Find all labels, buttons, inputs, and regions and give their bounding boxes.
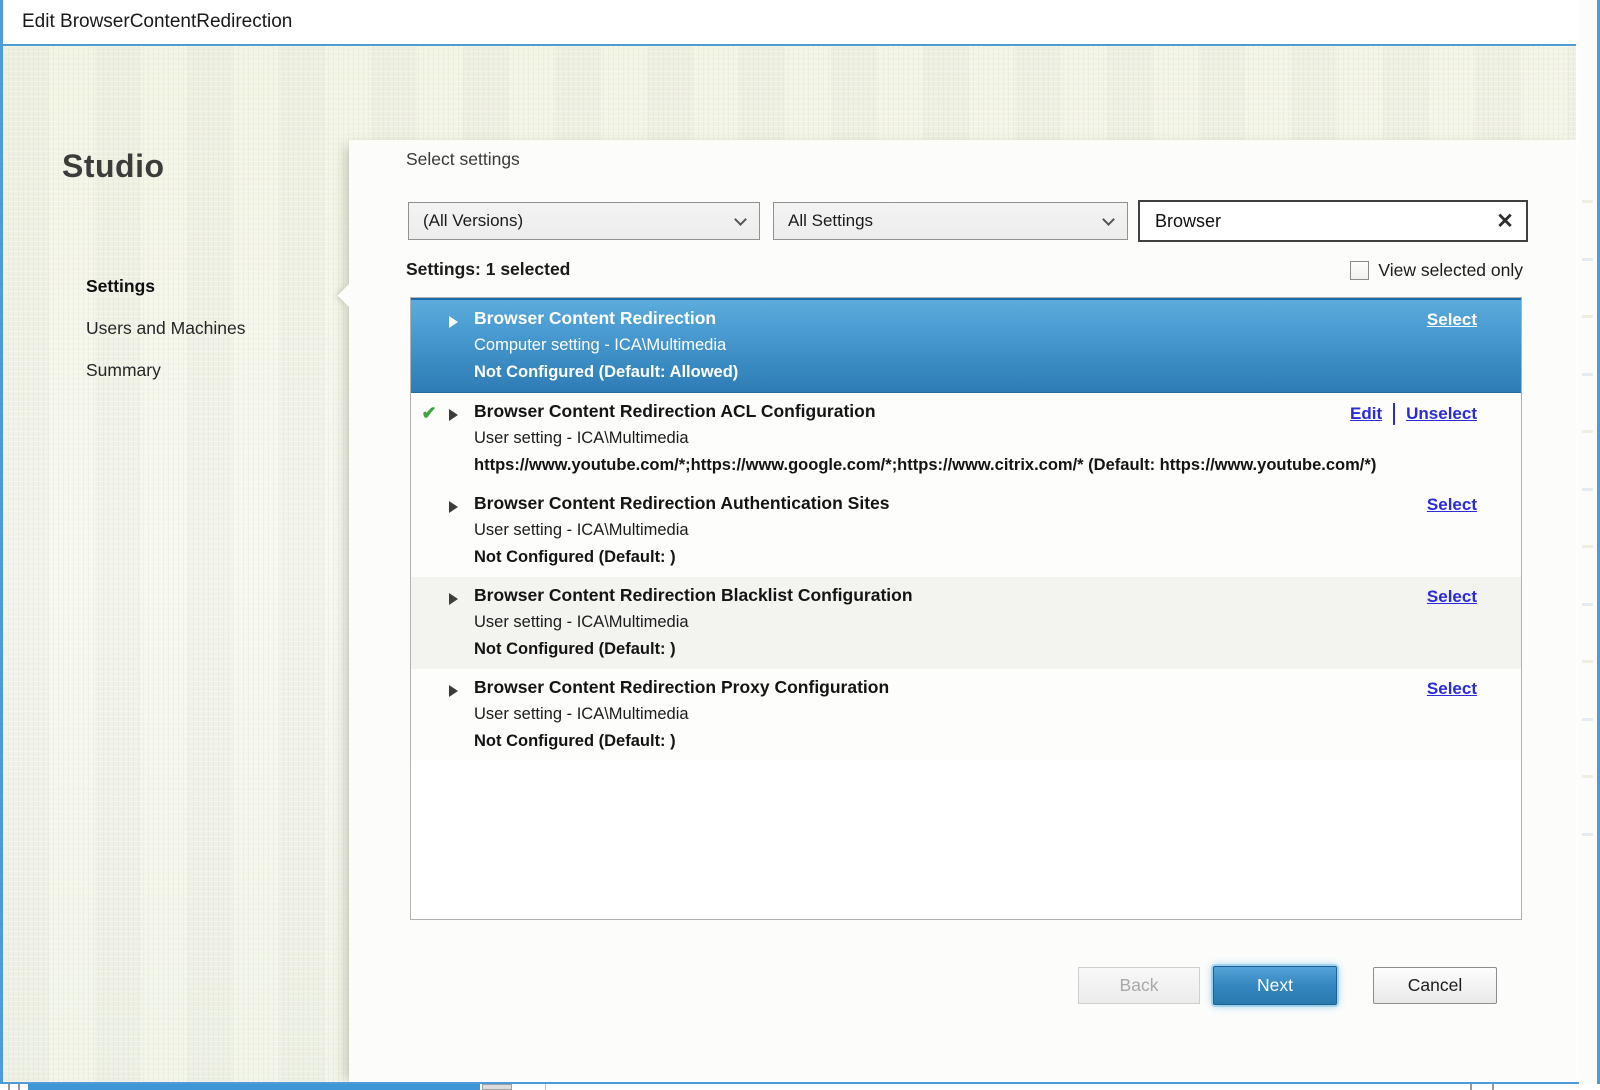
setting-title: Browser Content Redirection Proxy Config…: [474, 677, 890, 697]
setting-row-acl-configuration[interactable]: ✔ Browser Content Redirection ACL Config…: [411, 393, 1521, 485]
check-column: [411, 490, 447, 492]
setting-title: Browser Content Redirection Authenticati…: [474, 493, 890, 513]
dialog-body: Studio Settings Users and Machines Summa…: [3, 46, 1576, 1082]
expander-icon[interactable]: [447, 305, 474, 333]
scrollbar-tick: [8, 1084, 10, 1090]
select-link[interactable]: Select: [1427, 587, 1477, 607]
view-selected-only-group: View selected only: [1350, 260, 1523, 281]
unselect-link[interactable]: Unselect: [1406, 404, 1477, 424]
category-dropdown-value: All Settings: [788, 211, 874, 230]
setting-scope: User setting - ICA\Multimedia: [474, 613, 689, 631]
setting-value: Not Configured (Default: ): [474, 640, 676, 658]
setting-title: Browser Content Redirection Blacklist Co…: [474, 585, 913, 605]
scrollbar-tick: [1470, 1084, 1472, 1090]
check-column: [411, 305, 447, 307]
scrollbar-tick: [1492, 1084, 1494, 1090]
setting-title: Browser Content Redirection ACL Configur…: [474, 401, 876, 421]
expander-icon[interactable]: [447, 398, 474, 426]
scrollbar-tick: [18, 1084, 20, 1090]
settings-count-label: Settings: 1 selected: [406, 259, 571, 279]
selected-check-icon: ✔: [421, 403, 437, 423]
page-title: Select settings: [406, 149, 520, 169]
setting-value: https://www.youtube.com/*;https://www.go…: [474, 456, 1377, 474]
scrollbar-fill: [28, 1084, 480, 1090]
cancel-button[interactable]: Cancel: [1373, 967, 1497, 1004]
view-selected-only-label[interactable]: View selected only: [1378, 260, 1523, 281]
expander-icon[interactable]: [447, 490, 474, 518]
clear-search-icon[interactable]: ✕: [1484, 209, 1526, 234]
sidebar-item-users-and-machines[interactable]: Users and Machines: [86, 318, 246, 339]
back-button[interactable]: Back: [1078, 967, 1200, 1004]
expander-icon[interactable]: [447, 582, 474, 610]
version-dropdown-value: (All Versions): [423, 211, 524, 230]
setting-row-authentication-sites[interactable]: Browser Content Redirection Authenticati…: [411, 485, 1521, 577]
dialog-titlebar: Edit BrowserContentRedirection: [3, 0, 1576, 46]
view-selected-only-checkbox[interactable]: [1350, 261, 1370, 280]
window-border-left: [0, 0, 3, 1084]
category-dropdown[interactable]: All Settings: [773, 202, 1128, 240]
studio-heading: Studio: [62, 148, 165, 184]
sidebar-item-settings[interactable]: Settings: [86, 276, 246, 297]
sidebar-item-summary[interactable]: Summary: [86, 360, 246, 381]
setting-scope: User setting - ICA\Multimedia: [474, 429, 689, 447]
check-column: [411, 674, 447, 676]
setting-row-proxy-configuration[interactable]: Browser Content Redirection Proxy Config…: [411, 669, 1521, 761]
next-button[interactable]: Next: [1213, 966, 1337, 1005]
search-input[interactable]: [1140, 210, 1484, 232]
setting-scope: Computer setting - ICA\Multimedia: [474, 336, 727, 354]
select-link[interactable]: Select: [1427, 310, 1477, 330]
setting-scope: User setting - ICA\Multimedia: [474, 521, 689, 539]
setting-scope: User setting - ICA\Multimedia: [474, 705, 689, 723]
setting-value: Not Configured (Default: ): [474, 548, 676, 566]
wizard-nav: Settings Users and Machines Summary: [86, 276, 246, 402]
background-window-right-strip: [1579, 0, 1600, 1084]
version-dropdown[interactable]: (All Versions): [408, 202, 760, 240]
setting-row-browser-content-redirection[interactable]: Browser Content Redirection Computer set…: [411, 298, 1521, 393]
chevron-down-icon: [1102, 213, 1115, 226]
select-link[interactable]: Select: [1427, 679, 1477, 699]
setting-row-blacklist-configuration[interactable]: Browser Content Redirection Blacklist Co…: [411, 577, 1521, 669]
check-column: [411, 582, 447, 584]
setting-value: Not Configured (Default: ): [474, 732, 676, 750]
select-link[interactable]: Select: [1427, 495, 1477, 515]
chevron-down-icon: [734, 213, 747, 226]
setting-value: Not Configured (Default: Allowed): [474, 363, 739, 381]
content-panel: Select settings (All Versions) All Setti…: [349, 140, 1576, 1082]
edit-link[interactable]: Edit: [1350, 404, 1382, 424]
window-title: Edit BrowserContentRedirection: [22, 11, 293, 32]
action-separator: [1393, 403, 1396, 425]
expander-icon[interactable]: [447, 674, 474, 702]
search-box: ✕: [1138, 200, 1528, 242]
settings-list: Browser Content Redirection Computer set…: [410, 297, 1522, 920]
scrollbar-tick: [545, 1084, 546, 1090]
background-window-scrollbar: [0, 1084, 1600, 1090]
scrollbar-thumb[interactable]: [482, 1084, 512, 1090]
setting-title: Browser Content Redirection: [474, 308, 717, 328]
